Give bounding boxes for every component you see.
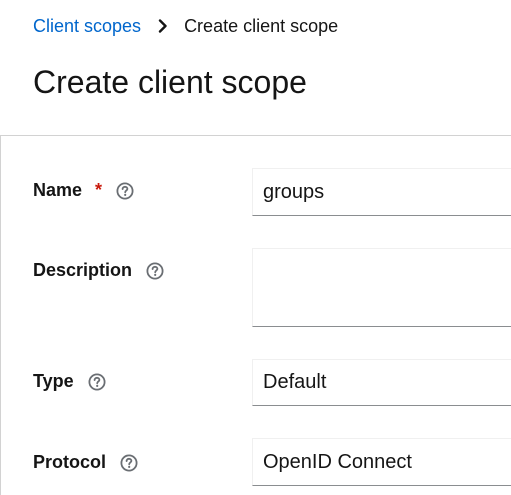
form-row-description: Description: [0, 248, 511, 327]
create-client-scope-page: Client scopes Create client scope Create…: [0, 0, 511, 495]
chevron-right-icon: [157, 19, 169, 33]
type-select[interactable]: Default: [252, 359, 511, 406]
protocol-label: Protocol: [33, 452, 107, 472]
type-label: Type: [33, 371, 74, 391]
protocol-label-group: Protocol: [33, 452, 139, 473]
name-input[interactable]: groups: [252, 168, 511, 216]
protocol-select[interactable]: OpenID Connect: [252, 438, 511, 486]
help-icon[interactable]: [115, 181, 135, 201]
breadcrumb-current: Create client scope: [184, 15, 339, 36]
name-label-group: Name *: [33, 180, 135, 201]
breadcrumb-client-scopes-link[interactable]: Client scopes: [33, 16, 141, 37]
required-marker: *: [95, 180, 103, 200]
name-label: Name: [33, 180, 83, 200]
page-header: Client scopes Create client scope Create…: [0, 0, 511, 136]
type-label-group: Type: [33, 371, 107, 392]
help-icon[interactable]: [145, 261, 165, 281]
help-icon[interactable]: [119, 453, 139, 473]
help-icon[interactable]: [87, 372, 107, 392]
description-label: Description: [33, 260, 133, 280]
breadcrumb: Client scopes Create client scope: [33, 14, 338, 38]
form-row-type: Type Default: [0, 359, 511, 406]
form-row-name: Name * groups: [0, 168, 511, 216]
description-label-group: Description: [33, 260, 165, 281]
form-row-protocol: Protocol OpenID Connect: [0, 438, 511, 486]
description-textarea[interactable]: [252, 248, 511, 327]
page-title: Create client scope: [33, 64, 307, 100]
